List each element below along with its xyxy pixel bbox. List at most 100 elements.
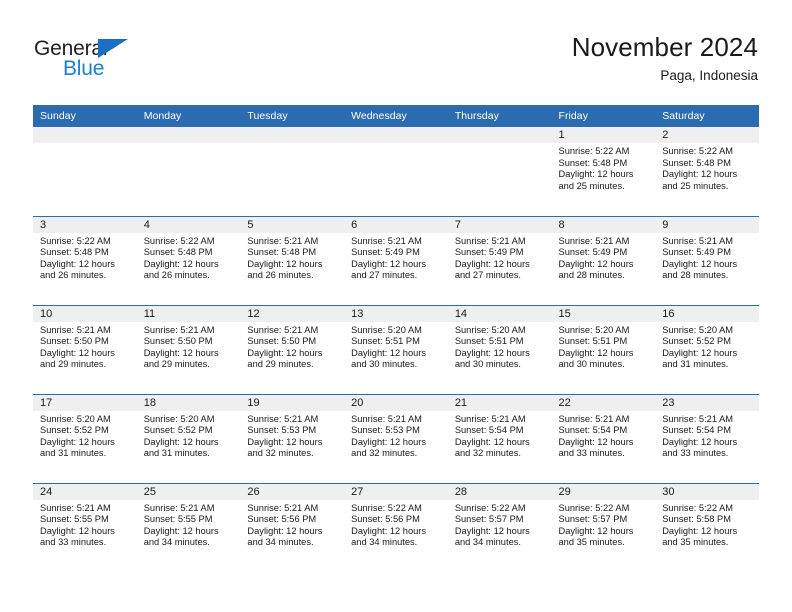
weekday-header-sunday: Sunday [33,105,137,127]
calendar-day-cell[interactable]: 27 Sunrise: 5:22 AM Sunset: 5:56 PM Dayl… [344,482,448,572]
daylight-text-line1: Daylight: 12 hours [351,436,427,447]
sunset-text: Sunset: 5:48 PM [662,157,731,168]
day-number [344,127,448,143]
daylight-text-line2: and 29 minutes. [143,359,210,370]
page-header: General Blue November 2024 Paga, Indones… [0,0,792,104]
calendar-day-cell[interactable]: 16 Sunrise: 5:20 AM Sunset: 5:52 PM Dayl… [655,304,759,394]
sunrise-text: Sunrise: 5:21 AM [662,235,734,246]
sunset-text: Sunset: 5:48 PM [143,247,213,258]
calendar-day-cell[interactable]: 30 Sunrise: 5:22 AM Sunset: 5:58 PM Dayl… [655,482,759,572]
day-number: 12 [240,305,345,322]
calendar-week-row: 10 Sunrise: 5:21 AM Sunset: 5:50 PM Dayl… [33,304,759,394]
calendar-day-cell[interactable]: 15 Sunrise: 5:20 AM Sunset: 5:51 PM Dayl… [551,304,656,394]
calendar-body: 1 Sunrise: 5:22 AM Sunset: 5:48 PM Dayli… [33,127,759,572]
sunset-text: Sunset: 5:53 PM [351,425,420,436]
weekday-header-row: Sunday Monday Tuesday Wednesday Thursday… [33,105,759,127]
calendar-day-cell[interactable]: 13 Sunrise: 5:20 AM Sunset: 5:51 PM Dayl… [344,304,448,394]
calendar-day-cell[interactable]: 9 Sunrise: 5:21 AM Sunset: 5:49 PM Dayli… [655,215,759,305]
sunrise-text: Sunrise: 5:21 AM [40,324,111,335]
daylight-text-line1: Daylight: 12 hours [247,347,323,358]
calendar-week-row: 1 Sunrise: 5:22 AM Sunset: 5:48 PM Dayli… [33,127,759,216]
daylight-text-line2: and 34 minutes. [247,537,314,548]
sunrise-text: Sunrise: 5:22 AM [558,146,630,156]
calendar-day-cell[interactable]: 6 Sunrise: 5:21 AM Sunset: 5:49 PM Dayli… [344,215,448,305]
sunrise-text: Sunrise: 5:22 AM [662,146,734,156]
daylight-text-line2: and 32 minutes. [351,448,418,459]
calendar-day-cell[interactable]: 11 Sunrise: 5:21 AM Sunset: 5:50 PM Dayl… [136,304,241,394]
sunrise-text: Sunrise: 5:20 AM [40,413,111,424]
calendar-day-cell[interactable]: 8 Sunrise: 5:21 AM Sunset: 5:49 PM Dayli… [551,215,656,305]
calendar-day-cell[interactable]: 22 Sunrise: 5:21 AM Sunset: 5:54 PM Dayl… [551,393,656,483]
sunset-text: Sunset: 5:54 PM [558,425,628,436]
calendar-day-cell[interactable]: 24 Sunrise: 5:21 AM Sunset: 5:55 PM Dayl… [33,482,137,572]
daylight-text-line1: Daylight: 12 hours [40,525,115,536]
calendar-day-cell[interactable]: 3 Sunrise: 5:22 AM Sunset: 5:48 PM Dayli… [33,215,137,305]
daylight-text-line2: and 33 minutes. [40,537,107,548]
sunset-text: Sunset: 5:49 PM [454,247,524,258]
day-info [240,143,344,146]
calendar-day-cell[interactable]: 2 Sunrise: 5:22 AM Sunset: 5:48 PM Dayli… [655,127,759,216]
day-number: 7 [447,216,552,233]
sunset-text: Sunset: 5:49 PM [662,247,731,258]
sunrise-text: Sunrise: 5:20 AM [143,413,215,424]
sunset-text: Sunset: 5:51 PM [454,336,524,347]
calendar-day-cell[interactable]: 28 Sunrise: 5:22 AM Sunset: 5:57 PM Dayl… [447,482,552,572]
day-number: 27 [344,483,448,500]
sunset-text: Sunset: 5:50 PM [40,336,109,347]
calendar-day-cell[interactable]: 12 Sunrise: 5:21 AM Sunset: 5:50 PM Dayl… [240,304,345,394]
day-info: Sunrise: 5:21 AM Sunset: 5:49 PM Dayligh… [552,233,656,282]
sunrise-text: Sunrise: 5:22 AM [454,502,526,513]
daylight-text-line1: Daylight: 12 hours [558,525,634,536]
sunrise-text: Sunrise: 5:21 AM [143,502,215,513]
sunset-text: Sunset: 5:56 PM [247,514,317,525]
sunrise-text: Sunrise: 5:21 AM [247,502,319,513]
daylight-text-line2: and 32 minutes. [247,448,314,459]
daylight-text-line2: and 34 minutes. [454,537,521,548]
day-info: Sunrise: 5:22 AM Sunset: 5:48 PM Dayligh… [33,233,137,282]
sunrise-text: Sunrise: 5:21 AM [40,502,111,513]
calendar-day-cell[interactable]: 5 Sunrise: 5:21 AM Sunset: 5:48 PM Dayli… [240,215,345,305]
calendar-page: General Blue November 2024 Paga, Indones… [0,0,792,612]
day-number: 18 [136,394,241,411]
day-number: 28 [447,483,552,500]
calendar-day-cell[interactable]: 1 Sunrise: 5:22 AM Sunset: 5:48 PM Dayli… [551,127,656,216]
daylight-text-line2: and 27 minutes. [351,270,418,281]
calendar-day-cell[interactable]: 7 Sunrise: 5:21 AM Sunset: 5:49 PM Dayli… [447,215,552,305]
calendar-day-cell[interactable]: 23 Sunrise: 5:21 AM Sunset: 5:54 PM Dayl… [655,393,759,483]
title-block: November 2024 Paga, Indonesia [572,32,758,85]
calendar-day-cell[interactable]: 14 Sunrise: 5:20 AM Sunset: 5:51 PM Dayl… [447,304,552,394]
day-info: Sunrise: 5:20 AM Sunset: 5:51 PM Dayligh… [552,322,656,371]
sunset-text: Sunset: 5:50 PM [247,336,317,347]
sunrise-text: Sunrise: 5:20 AM [558,324,630,335]
sunset-text: Sunset: 5:52 PM [662,336,731,347]
daylight-text-line2: and 33 minutes. [558,448,625,459]
general-blue-logo[interactable]: General Blue [34,38,164,80]
weekday-header-thursday: Thursday [447,105,552,127]
calendar-day-cell[interactable]: 10 Sunrise: 5:21 AM Sunset: 5:50 PM Dayl… [33,304,137,394]
sunrise-text: Sunrise: 5:21 AM [351,235,422,246]
calendar-day-cell [447,127,552,216]
day-info: Sunrise: 5:22 AM Sunset: 5:48 PM Dayligh… [655,143,759,192]
calendar-day-cell[interactable]: 20 Sunrise: 5:21 AM Sunset: 5:53 PM Dayl… [344,393,448,483]
daylight-text-line2: and 32 minutes. [454,448,521,459]
day-info [33,143,137,146]
calendar-day-cell[interactable]: 17 Sunrise: 5:20 AM Sunset: 5:52 PM Dayl… [33,393,137,483]
sunrise-text: Sunrise: 5:20 AM [454,324,526,335]
weekday-header-saturday: Saturday [655,105,759,127]
day-number: 10 [33,305,137,322]
sunrise-text: Sunrise: 5:21 AM [558,413,630,424]
day-info: Sunrise: 5:21 AM Sunset: 5:54 PM Dayligh… [448,411,552,460]
day-info: Sunrise: 5:21 AM Sunset: 5:53 PM Dayligh… [344,411,448,460]
day-number [447,127,552,143]
calendar-day-cell[interactable]: 21 Sunrise: 5:21 AM Sunset: 5:54 PM Dayl… [447,393,552,483]
calendar-day-cell[interactable]: 18 Sunrise: 5:20 AM Sunset: 5:52 PM Dayl… [136,393,241,483]
calendar-day-cell[interactable]: 26 Sunrise: 5:21 AM Sunset: 5:56 PM Dayl… [240,482,345,572]
day-info: Sunrise: 5:20 AM Sunset: 5:52 PM Dayligh… [33,411,137,460]
calendar-day-cell[interactable]: 19 Sunrise: 5:21 AM Sunset: 5:53 PM Dayl… [240,393,345,483]
calendar-day-cell[interactable]: 25 Sunrise: 5:21 AM Sunset: 5:55 PM Dayl… [136,482,241,572]
daylight-text-line2: and 34 minutes. [351,537,418,548]
sunrise-text: Sunrise: 5:21 AM [247,235,319,246]
calendar-day-cell[interactable]: 29 Sunrise: 5:22 AM Sunset: 5:57 PM Dayl… [551,482,656,572]
calendar-day-cell[interactable]: 4 Sunrise: 5:22 AM Sunset: 5:48 PM Dayli… [136,215,241,305]
day-number: 14 [447,305,552,322]
